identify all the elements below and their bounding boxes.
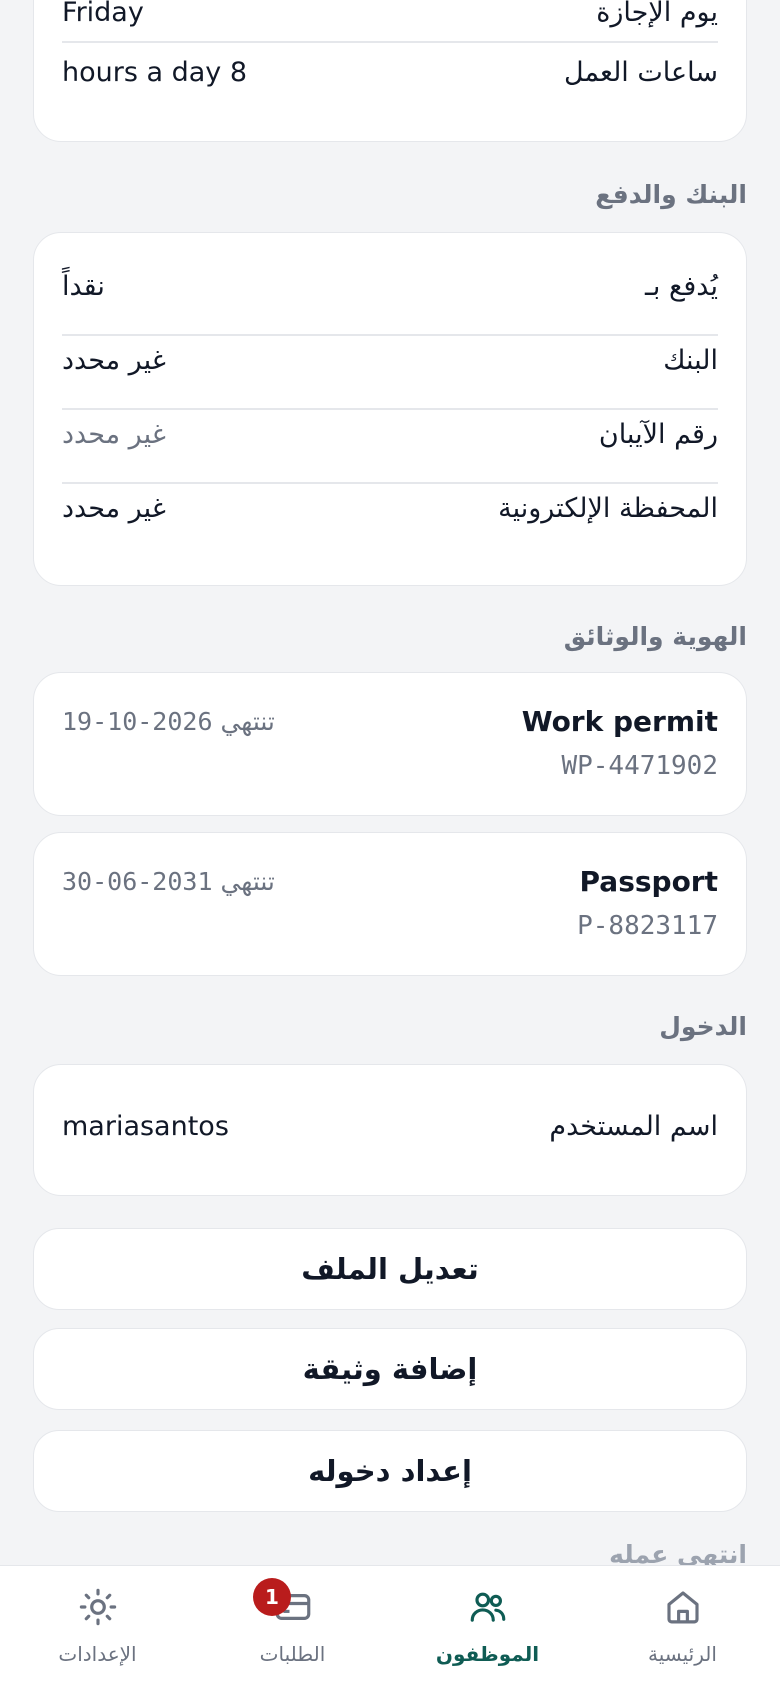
hours-row: ساعات العمل hours a day 8 bbox=[62, 57, 718, 88]
employee-profile-page: يوم الإجازة Friday ساعات العمل hours a d… bbox=[0, 0, 780, 1688]
bank-label: البنك bbox=[663, 345, 718, 376]
iban-value: غير محدد bbox=[62, 419, 166, 450]
nav-employees[interactable]: الموظفون bbox=[390, 1566, 585, 1688]
document-expiry: تنتهي 19-10-2026 bbox=[62, 707, 275, 736]
paid-by-label: يُدفع بـ bbox=[645, 271, 718, 302]
e-wallet-row: المحفظة الإلكترونية غير محدد bbox=[62, 493, 718, 524]
iban-label: رقم الآيبان bbox=[598, 419, 718, 450]
nav-requests-label: الطلبات bbox=[259, 1642, 326, 1666]
hours-value: hours a day 8 bbox=[62, 57, 248, 88]
iban-row: رقم الآيبان غير محدد bbox=[62, 419, 718, 450]
paid-by-row: يُدفع بـ نقداً bbox=[62, 271, 718, 302]
username-row: اسم المستخدم mariasantos bbox=[62, 1111, 718, 1142]
document-number: P-8823117 bbox=[577, 911, 718, 941]
nav-home[interactable]: الرئيسية bbox=[585, 1566, 780, 1688]
expiry-date: 19-10-2026 bbox=[62, 707, 213, 736]
document-expiry: تنتهي 30-06-2031 bbox=[62, 867, 275, 896]
bank-card: يُدفع بـ نقداً البنك غير محدد رقم الآيبا… bbox=[33, 232, 747, 586]
nav-employees-label: الموظفون bbox=[435, 1642, 540, 1666]
bank-row: البنك غير محدد bbox=[62, 345, 718, 376]
expiry-label: تنتهي bbox=[220, 707, 275, 736]
off-day-label: يوم الإجازة bbox=[596, 0, 718, 28]
divider bbox=[62, 482, 718, 484]
off-day-row: يوم الإجازة Friday bbox=[62, 0, 718, 28]
nav-requests[interactable]: 1 الطلبات bbox=[195, 1566, 390, 1688]
sun-icon bbox=[77, 1586, 119, 1632]
documents-section-title: الهوية والوثائق bbox=[563, 622, 747, 651]
expiry-label: تنتهي bbox=[220, 867, 275, 896]
bank-section-title: البنك والدفع bbox=[595, 180, 747, 209]
username-label: اسم المستخدم bbox=[549, 1111, 718, 1142]
divider bbox=[62, 408, 718, 410]
requests-badge: 1 bbox=[253, 1578, 291, 1616]
off-day-value: Friday bbox=[62, 0, 144, 28]
document-card-passport[interactable]: Passport P-8823117 تنتهي 30-06-2031 bbox=[33, 832, 747, 976]
nav-settings[interactable]: الإعدادات bbox=[0, 1566, 195, 1688]
paid-by-value: نقداً bbox=[62, 271, 105, 302]
home-icon bbox=[662, 1586, 704, 1632]
document-name: Passport bbox=[579, 865, 718, 898]
bank-value: غير محدد bbox=[62, 345, 166, 376]
work-schedule-card: يوم الإجازة Friday ساعات العمل hours a d… bbox=[33, 0, 747, 142]
bottom-nav: الإعدادات 1 الطلبات الموظفون الرئيسية bbox=[0, 1565, 780, 1688]
document-number: WP-4471902 bbox=[561, 751, 718, 781]
e-wallet-value: غير محدد bbox=[62, 493, 166, 524]
nav-home-label: الرئيسية bbox=[648, 1642, 717, 1666]
divider bbox=[62, 334, 718, 336]
people-icon bbox=[467, 1586, 509, 1632]
document-name: Work permit bbox=[521, 705, 718, 738]
edit-profile-button[interactable]: تعديل الملف bbox=[33, 1228, 747, 1310]
hours-label: ساعات العمل bbox=[564, 57, 718, 88]
e-wallet-label: المحفظة الإلكترونية bbox=[498, 493, 718, 524]
login-section-title: الدخول bbox=[659, 1012, 747, 1041]
divider bbox=[62, 41, 718, 43]
add-document-button[interactable]: إضافة وثيقة bbox=[33, 1328, 747, 1410]
expiry-date: 30-06-2031 bbox=[62, 867, 213, 896]
login-card: اسم المستخدم mariasantos bbox=[33, 1064, 747, 1196]
document-card-work-permit[interactable]: Work permit WP-4471902 تنتهي 19-10-2026 bbox=[33, 672, 747, 816]
username-value: mariasantos bbox=[62, 1111, 229, 1142]
setup-login-button[interactable]: إعداد دخوله bbox=[33, 1430, 747, 1512]
nav-settings-label: الإعدادات bbox=[58, 1642, 137, 1666]
